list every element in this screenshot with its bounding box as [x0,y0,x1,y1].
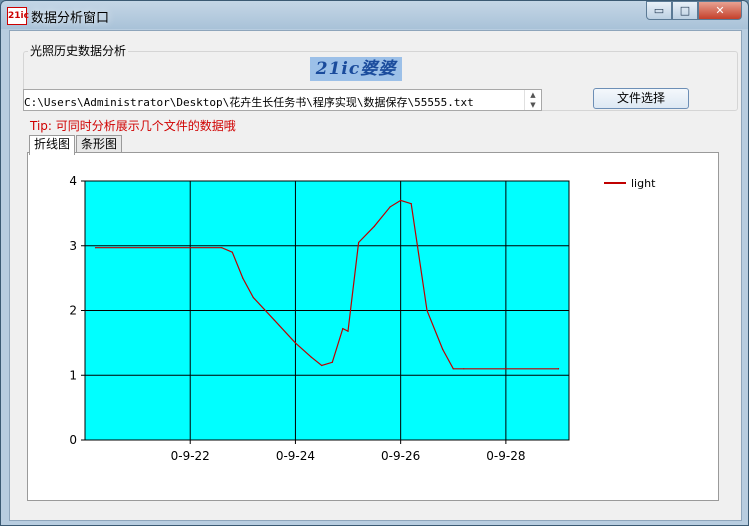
minimize-button[interactable]: ▭ [646,1,672,20]
data-point [557,368,560,370]
data-point [357,241,360,244]
data-point [400,199,402,202]
data-point [373,225,375,227]
maximize-button[interactable]: □ [672,1,698,20]
data-point [463,368,465,370]
client-area: 光照历史数据分析 21ic婆婆 C:\Users\Administrator\D… [9,30,742,521]
data-point [505,368,507,370]
scroll-down-arrow-icon[interactable]: ▼ [525,100,541,110]
x-tick-label: 0-9-22 [171,449,210,463]
data-point [426,309,428,312]
x-tick-label: 0-9-26 [381,449,420,463]
data-point [310,356,312,358]
tab-line-chart[interactable]: 折线图 [29,135,76,155]
data-point [94,247,97,249]
data-point [231,251,233,253]
y-tick-label: 4 [69,174,77,188]
tip-text: Tip: 可同时分析展示几个文件的数据哦 [30,119,236,133]
data-point [221,247,223,249]
window: 21ic 数据分析窗口 ▭ □ ✕ 光照历史数据分析 21ic婆婆 C:\Use… [0,0,749,526]
data-point [321,364,323,367]
data-point [294,342,297,344]
data-point [242,277,244,279]
y-tick-label: 1 [69,368,77,382]
caption-buttons: ▭ □ ✕ [646,1,742,21]
x-tick-label: 0-9-28 [486,449,525,463]
data-point [342,328,344,330]
data-point [347,330,349,332]
line-chart: 0 1 2 3 4 0-9-22 0-9-24 0-9-26 0-9-28 light [69,174,656,463]
data-point [252,296,254,299]
legend-label: light [631,177,656,190]
path-scrollbar[interactable]: ▲ ▼ [524,90,541,110]
y-tick-label: 2 [69,304,77,318]
file-select-button[interactable]: 文件选择 [593,88,689,109]
x-tick-label: 0-9-24 [276,449,315,463]
app-icon: 21ic [7,7,29,25]
close-button[interactable]: ✕ [698,1,742,20]
data-point [442,348,444,350]
file-path-text: C:\Users\Administrator\Desktop\花卉生长任务书\程… [24,96,474,109]
title-bar[interactable]: 21ic 数据分析窗口 ▭ □ ✕ [1,1,748,29]
data-point [410,203,412,205]
data-point [452,368,454,370]
y-tick-label: 0 [69,433,77,447]
tab-bar-chart[interactable]: 条形图 [76,135,123,153]
window-title: 数据分析窗口 [31,11,110,26]
group-label: 光照历史数据分析 [28,42,129,59]
scroll-up-arrow-icon[interactable]: ▲ [525,90,541,100]
data-point [273,319,275,321]
chart-panel: 0 1 2 3 4 0-9-22 0-9-24 0-9-26 0-9-28 light [27,152,719,501]
data-point [389,206,391,208]
logo-21ic: 21ic婆婆 [310,57,402,81]
file-path-field[interactable]: C:\Users\Administrator\Desktop\花卉生长任务书\程… [23,89,542,111]
data-point [331,361,333,363]
y-tick-label: 3 [69,239,77,253]
